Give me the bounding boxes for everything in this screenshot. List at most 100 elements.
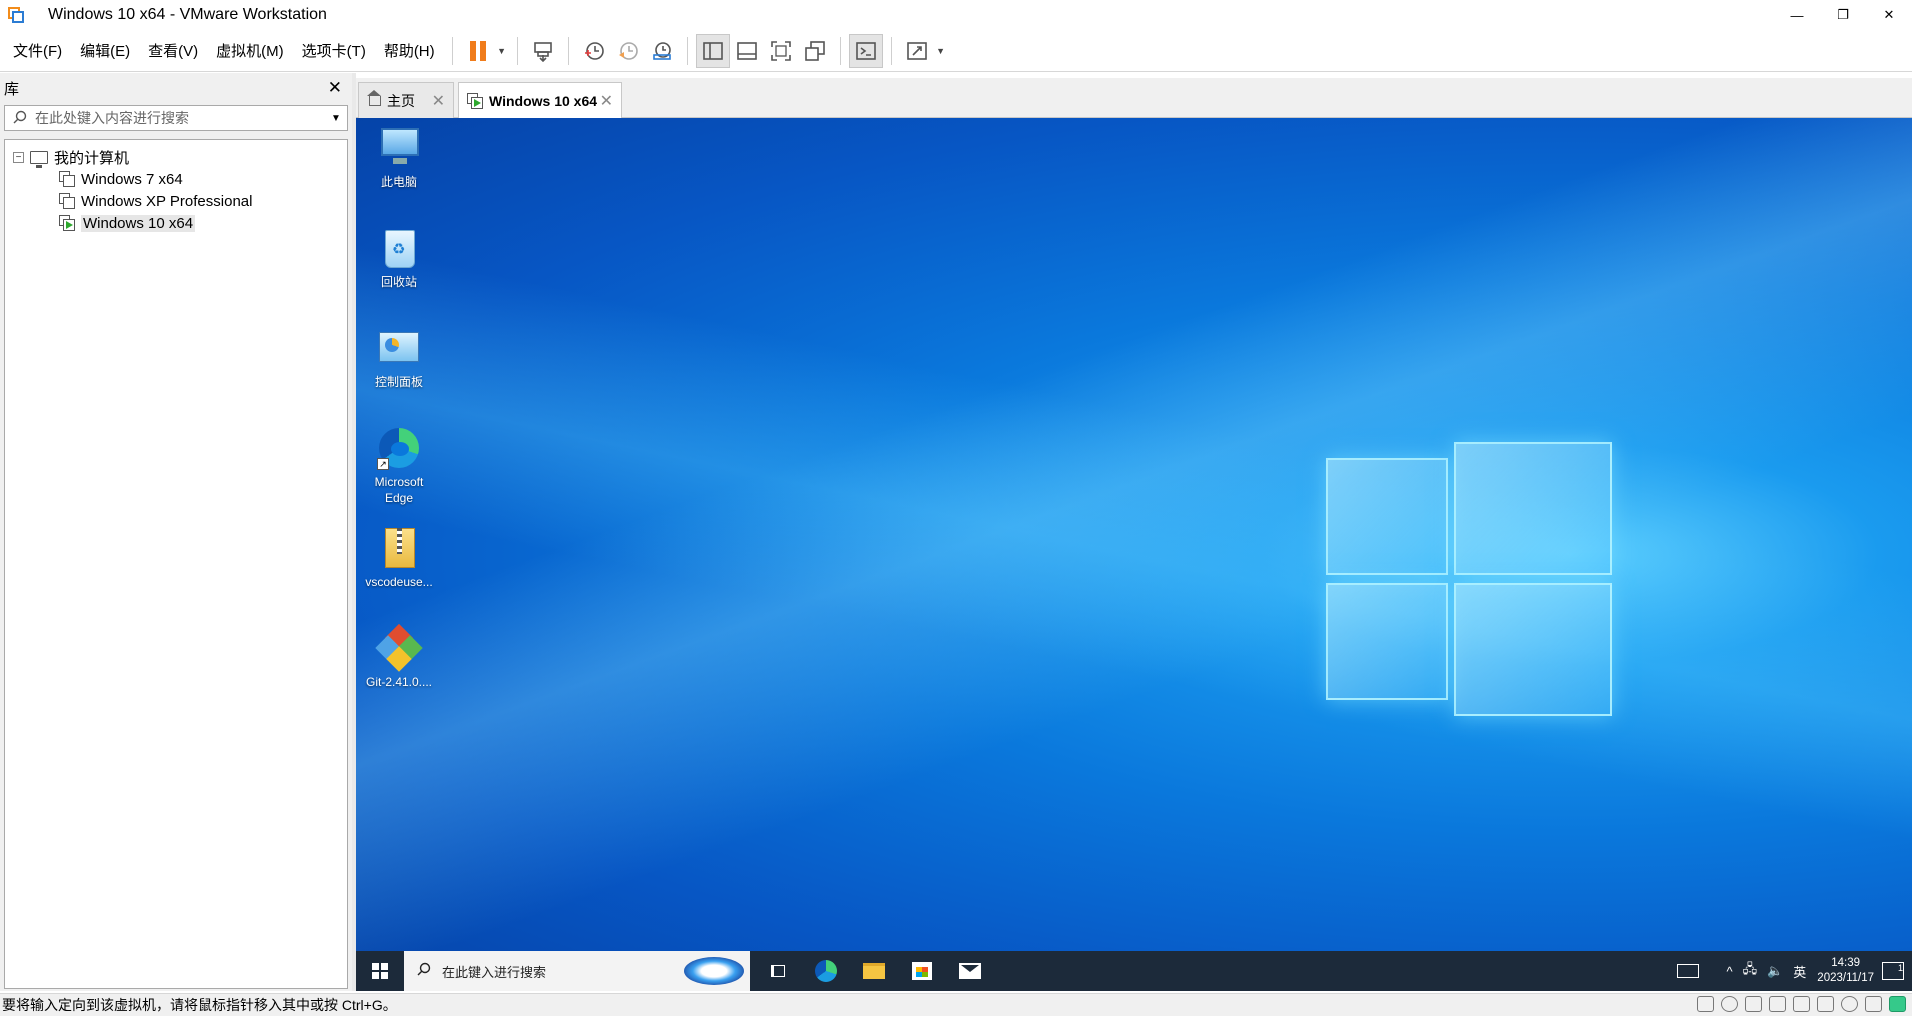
snapshot-manager-button[interactable] xyxy=(645,34,679,68)
send-ctrl-alt-del-button[interactable] xyxy=(526,34,560,68)
revert-snapshot-button[interactable] xyxy=(611,34,645,68)
sound-card-icon[interactable] xyxy=(1817,996,1834,1012)
vm-running-icon xyxy=(59,215,75,231)
menu-help[interactable]: 帮助(H) xyxy=(375,30,444,72)
printer-icon[interactable] xyxy=(1793,996,1810,1012)
taskbar-clock[interactable]: 14:39 2023/11/17 xyxy=(1817,956,1874,986)
desktop-icon-edge[interactable]: ↗ Microsoft Edge xyxy=(363,426,435,506)
toolbar-separator xyxy=(451,36,453,65)
pause-button[interactable] xyxy=(461,34,495,68)
store-icon xyxy=(912,962,932,980)
tree-item-label: 我的计算机 xyxy=(54,149,130,167)
power-dropdown-button[interactable]: ▼ xyxy=(495,34,509,68)
ime-indicator[interactable]: 英 xyxy=(1788,962,1811,981)
title-bar: Windows 10 x64 - VMware Workstation — ❐ … xyxy=(0,0,1912,30)
git-installer-icon xyxy=(375,623,423,672)
menu-toolbar: 文件(F) 编辑(E) 查看(V) 虚拟机(M) 选项卡(T) 帮助(H) ▼ … xyxy=(0,30,1912,72)
guest-taskbar: 在此键入进行搜索 ^ 🖧 🔈 英 14:39 2023/11/17 1 xyxy=(356,951,1912,991)
thumbnail-bar-button[interactable] xyxy=(730,34,764,68)
notification-center-icon[interactable]: 1 xyxy=(1882,962,1904,980)
taskbar-search-box[interactable]: 在此键入进行搜索 xyxy=(404,951,750,991)
library-panel: 库 ✕ ▼ − 我的计算机 Windows 7 x64 Windows XP P… xyxy=(0,73,352,991)
search-dropdown-button[interactable]: ▼ xyxy=(325,113,347,124)
menu-edit[interactable]: 编辑(E) xyxy=(71,30,139,72)
edge-icon xyxy=(815,960,837,982)
take-snapshot-button[interactable] xyxy=(577,34,611,68)
tree-item-my-computer[interactable]: − 我的计算机 xyxy=(5,146,347,168)
volume-icon[interactable]: 🔈 xyxy=(1762,963,1788,979)
library-search-input[interactable] xyxy=(35,110,325,126)
taskbar-explorer-button[interactable] xyxy=(850,951,898,991)
display-icon[interactable] xyxy=(1865,996,1882,1012)
touch-keyboard-icon[interactable] xyxy=(1677,964,1700,978)
snapshot-manager-icon xyxy=(652,41,671,60)
tree-item-vm[interactable]: Windows XP Professional xyxy=(5,190,347,212)
console-view-button[interactable] xyxy=(848,33,883,68)
usb-controller-icon[interactable] xyxy=(1769,996,1786,1012)
restore-button[interactable]: ❐ xyxy=(1820,0,1866,30)
message-log-icon[interactable] xyxy=(1889,996,1906,1012)
zip-folder-icon xyxy=(377,526,421,570)
wallpaper-light-beam xyxy=(356,118,1912,991)
task-view-button[interactable] xyxy=(754,951,802,991)
tray-chevron-icon[interactable]: ^ xyxy=(1721,964,1737,979)
cd-dvd-icon[interactable] xyxy=(1721,996,1738,1012)
full-screen-button[interactable] xyxy=(764,34,798,68)
console-view-icon xyxy=(855,41,876,60)
tree-item-vm[interactable]: Windows 7 x64 xyxy=(5,168,347,190)
taskbar-store-button[interactable] xyxy=(898,951,946,991)
unity-button[interactable] xyxy=(798,34,832,68)
library-tree: − 我的计算机 Windows 7 x64 Windows XP Profess… xyxy=(4,139,348,989)
taskbar-edge-button[interactable] xyxy=(802,951,850,991)
hard-disk-icon[interactable] xyxy=(1697,996,1714,1012)
menu-view[interactable]: 查看(V) xyxy=(139,30,207,72)
tree-item-vm-selected[interactable]: Windows 10 x64 xyxy=(5,212,347,234)
search-icon xyxy=(416,962,432,981)
library-close-button[interactable]: ✕ xyxy=(328,78,342,98)
tab-close-button[interactable]: ✕ xyxy=(432,91,445,111)
collapse-icon[interactable]: − xyxy=(13,151,24,163)
menu-file[interactable]: 文件(F) xyxy=(4,30,71,72)
show-library-button[interactable] xyxy=(695,33,730,68)
snapshot-icon xyxy=(584,41,604,60)
menu-tabs[interactable]: 选项卡(T) xyxy=(293,30,375,72)
device-status-icons xyxy=(1697,996,1906,1012)
desktop-icon-recycle-bin[interactable]: ♻ 回收站 xyxy=(363,226,435,290)
desktop-icon-vscode-zip[interactable]: vscodeuse... xyxy=(363,526,435,590)
library-title: 库 xyxy=(4,80,20,98)
network-adapter-icon[interactable] xyxy=(1745,996,1762,1012)
desktop-icon-label: vscodeuse... xyxy=(365,575,433,589)
close-window-button[interactable]: ✕ xyxy=(1866,0,1912,30)
control-panel-icon xyxy=(377,326,421,370)
taskbar-mail-button[interactable] xyxy=(946,951,994,991)
task-view-icon xyxy=(771,965,785,977)
cortana-icon[interactable] xyxy=(684,957,744,985)
tab-label: Windows 10 x64 xyxy=(489,93,598,109)
desktop-icon-this-pc[interactable]: 此电脑 xyxy=(363,126,435,190)
desktop-icon-git-installer[interactable]: Git-2.41.0.... xyxy=(363,623,435,690)
stretch-guest-button[interactable] xyxy=(900,34,934,68)
vmware-logo-icon xyxy=(6,5,26,25)
desktop-icon-control-panel[interactable]: 控制面板 xyxy=(363,326,435,390)
menu-vm[interactable]: 虚拟机(M) xyxy=(207,30,293,72)
tree-item-label: Windows 7 x64 xyxy=(81,170,183,188)
camera-icon[interactable] xyxy=(1841,996,1858,1012)
network-icon[interactable]: 🖧 xyxy=(1738,960,1763,982)
tree-item-label: Windows 10 x64 xyxy=(81,214,196,232)
minimize-button[interactable]: — xyxy=(1774,0,1820,30)
full-screen-icon xyxy=(770,40,791,61)
start-button[interactable] xyxy=(356,951,404,991)
stretch-dropdown-button[interactable]: ▼ xyxy=(934,34,948,68)
vm-icon xyxy=(59,171,75,187)
tab-close-button[interactable]: ✕ xyxy=(600,91,613,111)
desktop-icon-label: 此电脑 xyxy=(380,175,417,189)
send-ctrl-alt-del-icon xyxy=(533,41,552,62)
tab-bar: 主页 ✕ Windows 10 x64 ✕ xyxy=(356,78,1912,119)
tab-windows-10[interactable]: Windows 10 x64 ✕ xyxy=(458,82,622,119)
stretch-guest-icon xyxy=(906,41,927,60)
windows-start-icon xyxy=(372,963,388,979)
tab-home[interactable]: 主页 ✕ xyxy=(358,82,454,118)
vm-icon xyxy=(59,193,75,209)
tree-item-label: Windows XP Professional xyxy=(81,192,253,210)
guest-console[interactable]: 此电脑 ♻ 回收站 控制面板 ↗ Microsoft Edge vscodeus… xyxy=(356,118,1912,991)
